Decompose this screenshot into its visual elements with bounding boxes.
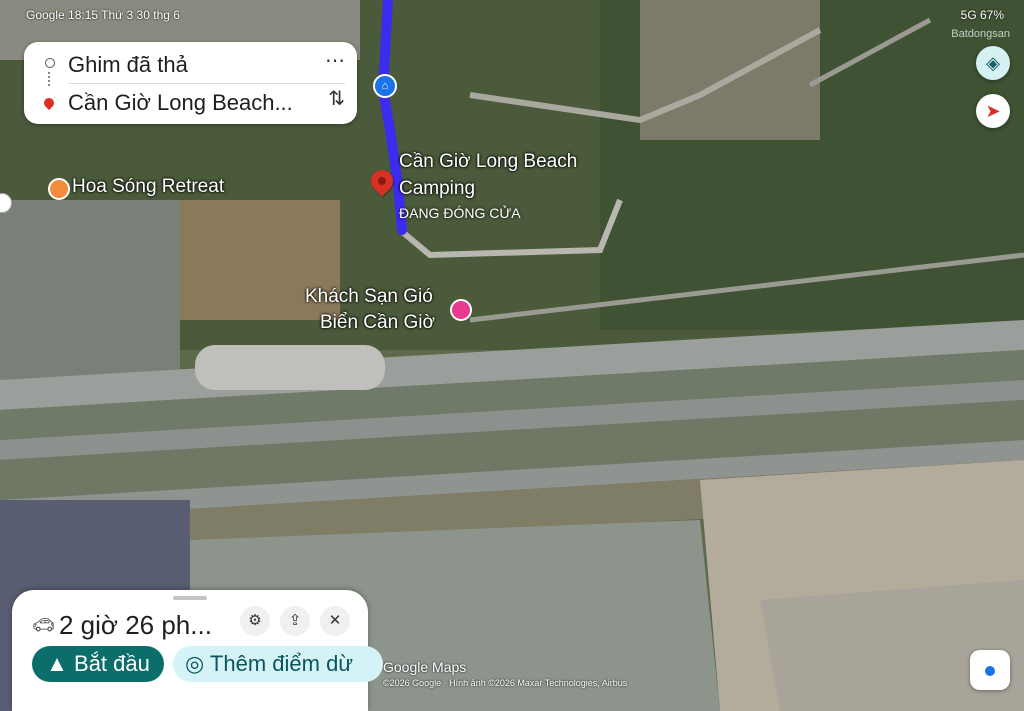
place-label-khach-san-1[interactable]: Khách Sạn Gió — [305, 286, 433, 308]
lodging-poi-icon[interactable] — [48, 178, 70, 200]
directions-bottom-sheet[interactable]: 🚗︎ 2 giờ 26 ph... ⚙ ⇪ ✕ ▲ Bắt đầu ◎ Thêm… — [12, 590, 383, 711]
map-copyright: ©2026 Google · Hình ảnh ©2026 Maxar Tech… — [383, 678, 628, 688]
location-dot-icon — [985, 666, 995, 677]
layers-icon[interactable]: ◈ — [976, 46, 1010, 80]
more-icon[interactable]: ⋯ — [325, 48, 345, 73]
place-status-closed: ĐANG ĐÓNG CỬA — [399, 205, 521, 221]
car-icon: 🚗︎ — [32, 615, 55, 635]
watermark-logo: Batdongsan — [951, 28, 1010, 40]
route-card[interactable]: Ghim đã thả ⋯ Cần Giờ Long Beach... ⇅ — [24, 42, 357, 124]
route-dots-icon — [48, 72, 50, 86]
destination-label[interactable]: Cần Giờ Long Beach... — [68, 90, 293, 116]
swap-icon[interactable]: ⇅ — [328, 86, 345, 111]
share-icon[interactable]: ⇪ — [280, 606, 310, 636]
status-left: Google 18:15 Thứ 3 30 thg 6 — [26, 8, 180, 22]
destination-row[interactable]: Cần Giờ Long Beach... ⇅ — [24, 86, 357, 124]
google-maps-logo: Google Maps — [383, 659, 467, 675]
place-label-hoa-song[interactable]: Hoa Sóng Retreat — [72, 176, 224, 198]
add-stop-button[interactable]: ◎ Thêm điểm dừ — [173, 646, 383, 682]
origin-dot-icon — [45, 58, 55, 68]
place-label-long-beach-1[interactable]: Cần Giờ Long Beach — [399, 151, 577, 173]
hotel-poi-icon[interactable] — [450, 299, 472, 321]
origin-label[interactable]: Ghim đã thả — [68, 52, 188, 78]
trip-duration: 2 giờ 26 ph... — [59, 610, 212, 640]
filter-icon[interactable]: ⚙ — [240, 606, 270, 636]
destination-pin-icon — [41, 95, 57, 111]
start-button[interactable]: ▲ Bắt đầu — [32, 646, 164, 682]
divider — [68, 83, 345, 84]
compass-icon[interactable]: ➤ — [976, 94, 1010, 128]
my-location-button[interactable] — [970, 650, 1010, 690]
add-stop-label: Thêm điểm dừ — [209, 651, 354, 676]
shopping-bag-icon[interactable]: ⌂ — [373, 74, 397, 98]
status-bar: Google 18:15 Thứ 3 30 thg 6 5G 67% — [0, 6, 1024, 24]
place-label-long-beach-2[interactable]: Camping — [399, 178, 475, 200]
close-icon[interactable]: ✕ — [320, 606, 350, 636]
origin-row[interactable]: Ghim đã thả ⋯ — [24, 44, 357, 82]
status-right: 5G 67% — [960, 8, 1004, 22]
drag-handle[interactable] — [173, 596, 207, 600]
place-label-khach-san-2[interactable]: Biển Cần Giờ — [320, 312, 435, 334]
start-label: Bắt đầu — [74, 651, 150, 676]
